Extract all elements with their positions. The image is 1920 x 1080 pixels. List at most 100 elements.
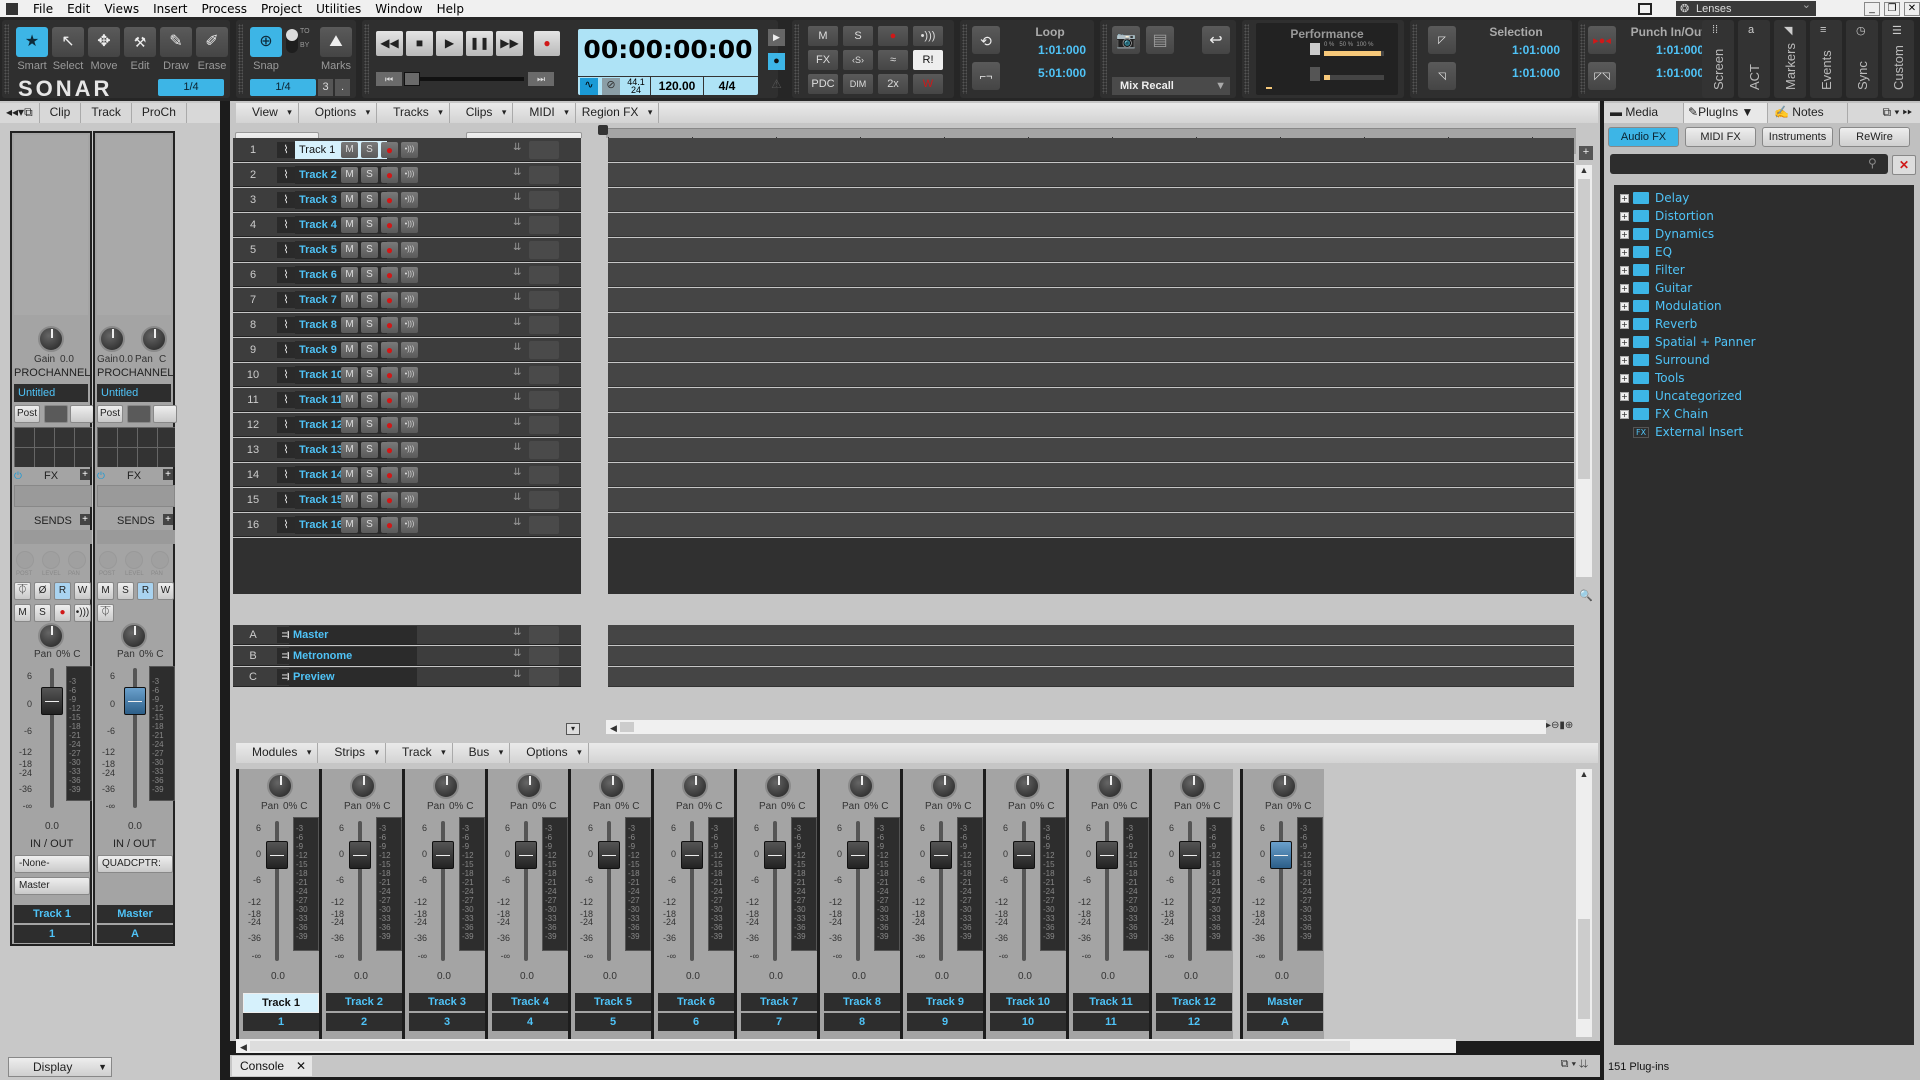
mute-button[interactable]: M bbox=[341, 417, 358, 433]
strip-name[interactable]: Track 9 bbox=[907, 993, 983, 1011]
plugin-folder[interactable]: + Modulation bbox=[1614, 297, 1914, 315]
pan-knob[interactable] bbox=[1271, 773, 1297, 799]
add-lane-button[interactable]: + bbox=[1579, 146, 1593, 160]
prochannel-preset[interactable]: Untitled bbox=[97, 384, 171, 402]
markers-module[interactable]: ◥ Markers bbox=[1774, 20, 1806, 98]
expand-icon[interactable]: + bbox=[1620, 211, 1629, 221]
solo-button[interactable]: S bbox=[361, 217, 378, 233]
strip-name[interactable]: Master bbox=[97, 905, 173, 923]
automation-button[interactable]: ≈ bbox=[878, 50, 908, 70]
expand-icon[interactable]: ⇊ bbox=[513, 669, 521, 680]
solo-button[interactable]: S bbox=[361, 442, 378, 458]
play-button[interactable]: ▶ bbox=[436, 31, 463, 56]
punch-end[interactable]: 1:01:000 bbox=[1622, 66, 1704, 80]
menu-console-options[interactable]: Options bbox=[510, 743, 589, 763]
menu-process[interactable]: Process bbox=[195, 2, 255, 16]
plugin-folder[interactable]: + FX Chain bbox=[1614, 405, 1914, 423]
track-clip-lane[interactable] bbox=[608, 388, 1574, 412]
write-disable-button[interactable]: W bbox=[913, 74, 943, 94]
track-clip-lane[interactable] bbox=[608, 288, 1574, 312]
mute-button[interactable]: M bbox=[341, 142, 358, 158]
rewind-button[interactable]: ◀◀ bbox=[376, 31, 403, 56]
track-header[interactable]: 12 ⌇ Track 12 M S ● •))) ⇊ bbox=[233, 413, 581, 437]
mute-button[interactable]: M bbox=[97, 582, 114, 600]
pan-knob[interactable] bbox=[433, 773, 459, 799]
menu-view[interactable]: View bbox=[236, 103, 299, 123]
prochannel-power-button[interactable] bbox=[70, 405, 94, 423]
strip-name[interactable]: Track 12 bbox=[1156, 993, 1232, 1011]
arm-button[interactable]: ● bbox=[381, 292, 398, 308]
arm-button[interactable]: ● bbox=[381, 317, 398, 333]
solo-button[interactable]: S bbox=[361, 492, 378, 508]
read-automation-button[interactable]: R bbox=[54, 582, 71, 600]
scrollbar-thumb[interactable] bbox=[250, 1041, 1350, 1051]
set-loop-button[interactable]: ⌐¬ bbox=[972, 62, 1000, 90]
solo-all-button[interactable]: S bbox=[843, 26, 873, 46]
punch-toggle-button[interactable]: ▸●◂ bbox=[1588, 26, 1616, 54]
prochannel-preset[interactable]: Untitled bbox=[14, 384, 88, 402]
menu-midi[interactable]: MIDI bbox=[513, 103, 576, 123]
expand-icon[interactable]: + bbox=[1620, 409, 1629, 419]
echo-button[interactable]: •))) bbox=[401, 292, 418, 308]
solo-button[interactable]: S bbox=[34, 604, 51, 622]
bus-name[interactable]: Preview bbox=[289, 668, 417, 686]
echo-button[interactable]: •))) bbox=[401, 167, 418, 183]
expand-icon[interactable]: ⇊ bbox=[513, 648, 521, 659]
strip-name[interactable]: Track 3 bbox=[409, 993, 485, 1011]
plugin-folder[interactable]: + Delay bbox=[1614, 189, 1914, 207]
expand-icon[interactable]: ⇊ bbox=[513, 417, 521, 428]
solo-button[interactable]: S bbox=[361, 392, 378, 408]
prochannel-power-button[interactable] bbox=[153, 405, 177, 423]
strip-number[interactable]: 2 bbox=[326, 1013, 402, 1031]
strip-number[interactable]: 11 bbox=[1073, 1013, 1149, 1031]
mute-button[interactable]: M bbox=[341, 392, 358, 408]
send-post-knob[interactable] bbox=[16, 551, 34, 569]
scroll-left-icon[interactable]: ◀ bbox=[606, 723, 617, 733]
expand-icon[interactable]: ⇊ bbox=[513, 367, 521, 378]
read-automation-button[interactable]: R bbox=[137, 582, 154, 600]
track-header[interactable]: 1 ⌇ Track 1 M S ● •))) ⇊ bbox=[233, 138, 581, 162]
track-header[interactable]: 4 ⌇ Track 4 M S ● •))) ⇊ bbox=[233, 213, 581, 237]
performance-meter[interactable]: Performance 0 % 50 % 100 % bbox=[1256, 23, 1398, 95]
expand-icon[interactable]: ⇊ bbox=[513, 142, 521, 153]
console-vertical-scrollbar[interactable]: ▲ bbox=[1576, 769, 1592, 1037]
restore-button[interactable]: ❐ bbox=[1884, 1, 1900, 16]
echo-button[interactable]: •))) bbox=[401, 317, 418, 333]
pdc-button[interactable]: PDC bbox=[808, 74, 838, 94]
echo-button[interactable]: •))) bbox=[401, 392, 418, 408]
display-dropdown[interactable]: Display ▼ bbox=[8, 1057, 112, 1077]
expand-icon[interactable]: ⇊ bbox=[513, 267, 521, 278]
set-punch-button[interactable]: ◸◹ bbox=[1588, 62, 1616, 90]
menu-bus[interactable]: Bus bbox=[453, 743, 511, 763]
volume-fader[interactable] bbox=[349, 841, 371, 869]
vertical-scrollbar[interactable]: ▲ bbox=[1576, 165, 1592, 577]
strip-number[interactable]: A bbox=[97, 925, 173, 943]
zoom-in-vertical-icon[interactable]: 🔍 bbox=[1579, 589, 1593, 602]
bus-clip-lane[interactable] bbox=[608, 646, 1574, 666]
pan-knob[interactable] bbox=[931, 773, 957, 799]
strip-name[interactable]: Track 7 bbox=[741, 993, 817, 1011]
volume-fader[interactable] bbox=[515, 841, 537, 869]
pan-knob[interactable] bbox=[599, 773, 625, 799]
eq-graph[interactable] bbox=[14, 427, 92, 467]
track-header[interactable]: 8 ⌇ Track 8 M S ● •))) ⇊ bbox=[233, 313, 581, 337]
pan-knob[interactable] bbox=[350, 773, 376, 799]
plugin-search-input[interactable] bbox=[1610, 154, 1888, 174]
track-clip-lane[interactable] bbox=[608, 413, 1574, 437]
add-send-button[interactable]: + bbox=[163, 514, 173, 525]
plugin-folder[interactable]: + Spatial + Panner bbox=[1614, 333, 1914, 351]
grip[interactable] bbox=[1580, 24, 1585, 94]
track-clip-lane[interactable] bbox=[608, 138, 1574, 162]
arm-button[interactable]: ● bbox=[381, 242, 398, 258]
input-dropdown[interactable]: QUADCPTR: bbox=[97, 855, 173, 873]
strip-number[interactable]: A bbox=[1247, 1013, 1323, 1031]
gain-knob[interactable] bbox=[99, 326, 125, 352]
edit-tool-button[interactable]: ⚒ bbox=[124, 27, 156, 57]
track-header[interactable]: 6 ⌇ Track 6 M S ● •))) ⇊ bbox=[233, 263, 581, 287]
pan-knob[interactable] bbox=[1180, 773, 1206, 799]
close-button[interactable]: ✕ bbox=[1904, 1, 1920, 16]
loop-end[interactable]: 5:01:000 bbox=[1010, 66, 1086, 80]
arm-button[interactable]: ● bbox=[381, 392, 398, 408]
pan-knob[interactable] bbox=[516, 773, 542, 799]
input-dropdown[interactable]: -None- bbox=[14, 855, 90, 873]
